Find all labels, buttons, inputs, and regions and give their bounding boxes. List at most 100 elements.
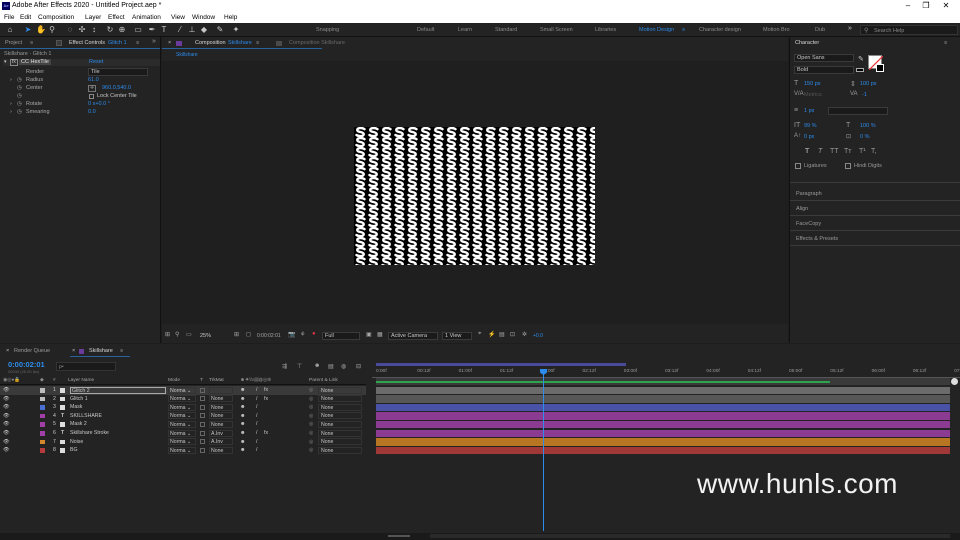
tab-composition[interactable]: Composition: [195, 40, 226, 46]
eraser-tool-icon[interactable]: ◆: [200, 26, 208, 34]
character-menu-icon[interactable]: ≡: [944, 40, 947, 46]
parent-dropdown[interactable]: None: [318, 429, 362, 437]
work-area-end-handle[interactable]: [951, 378, 958, 385]
parent-dropdown[interactable]: None: [318, 438, 362, 446]
monitor-icon[interactable]: ▭: [186, 331, 192, 338]
label-color-swatch[interactable]: [40, 396, 45, 402]
quality-switch-icon[interactable]: /: [256, 386, 257, 395]
close-tab-icon[interactable]: ×: [6, 348, 9, 354]
leading-value[interactable]: 100 px: [860, 81, 877, 87]
quality-switch-icon[interactable]: /: [256, 412, 257, 421]
layer-name[interactable]: Glitch 1: [70, 395, 88, 404]
label-color-swatch[interactable]: [40, 448, 45, 453]
workspace-motion-bro[interactable]: Motion Bro: [763, 27, 790, 33]
menu-file[interactable]: File: [4, 14, 14, 21]
subscript-button[interactable]: T,: [871, 148, 876, 155]
shy-switch-icon[interactable]: ☻: [240, 420, 245, 429]
menu-edit[interactable]: Edit: [20, 14, 31, 21]
hindi-digits-checkbox[interactable]: [845, 163, 851, 169]
expand-chevron-icon[interactable]: ▾: [4, 59, 7, 65]
pickwhip-icon[interactable]: ◎: [309, 438, 314, 447]
menu-animation[interactable]: Animation: [132, 14, 161, 21]
flowchart-icon[interactable]: ⊡: [510, 331, 515, 338]
paragraph-section[interactable]: Paragraph: [796, 191, 822, 197]
workspace-libraries[interactable]: Libraries: [595, 27, 616, 33]
quality-switch-icon[interactable]: /: [256, 438, 257, 447]
mode-header[interactable]: Mode: [168, 377, 180, 385]
quality-switch-icon[interactable]: /: [256, 403, 257, 412]
close-tab-icon[interactable]: ×: [72, 348, 75, 354]
pan-tool-icon[interactable]: ✣: [78, 26, 86, 34]
label-color-swatch[interactable]: [40, 422, 45, 427]
layer-name[interactable]: Mask: [70, 403, 82, 412]
quality-switch-icon[interactable]: /: [256, 420, 257, 429]
composition-canvas[interactable]: [354, 127, 595, 265]
pickwhip-icon[interactable]: ◎: [309, 395, 314, 404]
layer-duration-bar[interactable]: [376, 438, 950, 446]
composition-mini-flowchart-icon[interactable]: ⇶: [282, 363, 287, 370]
layer-row[interactable]: 👁 2 Glitch 1 Norma ⌄ None ☻ / fx ◎ None: [0, 395, 366, 404]
ligatures-checkbox[interactable]: [795, 163, 801, 169]
menu-view[interactable]: View: [171, 14, 185, 21]
layer-row[interactable]: 👁 7 Noise Norma ⌄ A.Inv ☻ / ◎ None: [0, 438, 366, 447]
tsume-value[interactable]: 0 %: [860, 134, 869, 140]
blend-mode-dropdown[interactable]: Norma ⌄: [168, 412, 196, 420]
tracking-value[interactable]: -1: [862, 92, 867, 98]
layer-duration-bar[interactable]: [376, 446, 950, 455]
layer-duration-bar[interactable]: [376, 403, 950, 412]
graph-editor-icon[interactable]: ⊟: [356, 363, 361, 370]
hand-tool-icon[interactable]: ✋: [36, 26, 46, 34]
quality-switch-icon[interactable]: /: [256, 429, 257, 438]
layer-name[interactable]: Glitch 2: [70, 386, 166, 394]
render-dropdown[interactable]: Tile: [88, 68, 148, 76]
baseline-value[interactable]: 0 px: [804, 134, 814, 140]
fx-switch-icon[interactable]: fx: [264, 386, 268, 395]
track-matte-dropdown[interactable]: None: [209, 446, 233, 454]
track-matte-dropdown[interactable]: A.Inv: [209, 429, 233, 437]
close-button[interactable]: ✕: [936, 1, 956, 11]
toggle-pixel-icon[interactable]: ⌖: [478, 331, 481, 338]
workspace-dub[interactable]: Dub: [815, 27, 825, 33]
dolly-tool-icon[interactable]: ↕: [90, 26, 98, 34]
layer-name[interactable]: SKILLSHARE: [70, 412, 102, 421]
vertical-scale-value[interactable]: 99 %: [804, 123, 817, 129]
menu-window[interactable]: Window: [192, 14, 215, 21]
zoom-tool-icon[interactable]: ⚲: [48, 26, 56, 34]
rectangle-tool-icon[interactable]: ▭: [134, 26, 142, 34]
always-preview-icon[interactable]: ⊞: [165, 331, 170, 338]
track-matte-dropdown[interactable]: None: [209, 420, 233, 428]
stopwatch-icon[interactable]: ◷: [17, 76, 22, 84]
layer-duration-bar[interactable]: [376, 429, 950, 437]
font-size-value[interactable]: 150 px: [804, 81, 821, 87]
stroke-mode-dropdown[interactable]: [828, 107, 888, 115]
point-target-icon[interactable]: ✛: [88, 85, 97, 92]
black-swatch[interactable]: [856, 68, 864, 72]
pickwhip-icon[interactable]: ◎: [309, 420, 314, 429]
composition-menu-icon[interactable]: ≡: [256, 40, 259, 46]
eye-visibility-icon[interactable]: 👁: [3, 395, 10, 404]
shy-switch-icon[interactable]: ☻: [240, 395, 245, 404]
effect-reset-link[interactable]: Reset: [89, 59, 103, 65]
center-value[interactable]: 960.0,540.0: [102, 84, 131, 92]
layer-row[interactable]: 👁 3 Mask Norma ⌄ None ☻ / ◎ None: [0, 403, 366, 412]
pickwhip-icon[interactable]: ◎: [309, 429, 314, 438]
footer-timecode[interactable]: 0:00:02:01: [257, 333, 281, 339]
layer-row[interactable]: 👁 5 Mask 2 Norma ⌄ None ☻ / ◎ None: [0, 420, 366, 429]
preserve-transparency-toggle[interactable]: [200, 439, 205, 445]
shy-switch-icon[interactable]: ☻: [240, 386, 245, 395]
rotate-value[interactable]: 0 x+0.0 °: [88, 100, 110, 108]
tab-skillshare[interactable]: Skillshare: [89, 348, 113, 354]
parent-dropdown[interactable]: None: [318, 420, 362, 428]
layer-row[interactable]: 👁 4 T SKILLSHARE Norma ⌄ None ☻ / ◎ None: [0, 412, 366, 421]
search-help-input[interactable]: ⚲ Search Help: [860, 25, 958, 35]
workspace-standard[interactable]: Standard: [495, 27, 517, 33]
motion-blur-icon[interactable]: ◍: [341, 363, 346, 370]
work-area-bar[interactable]: [372, 360, 960, 369]
blend-mode-dropdown[interactable]: Norma ⌄: [168, 446, 196, 454]
pickwhip-icon[interactable]: ◎: [309, 412, 314, 421]
composition-tab-name[interactable]: Skillshare: [228, 40, 252, 46]
track-matte-dropdown[interactable]: A.Inv: [209, 438, 233, 446]
parent-dropdown[interactable]: None: [318, 395, 362, 403]
selection-tool-icon[interactable]: ➤: [24, 26, 32, 34]
preserve-transparency-toggle[interactable]: [200, 387, 205, 393]
